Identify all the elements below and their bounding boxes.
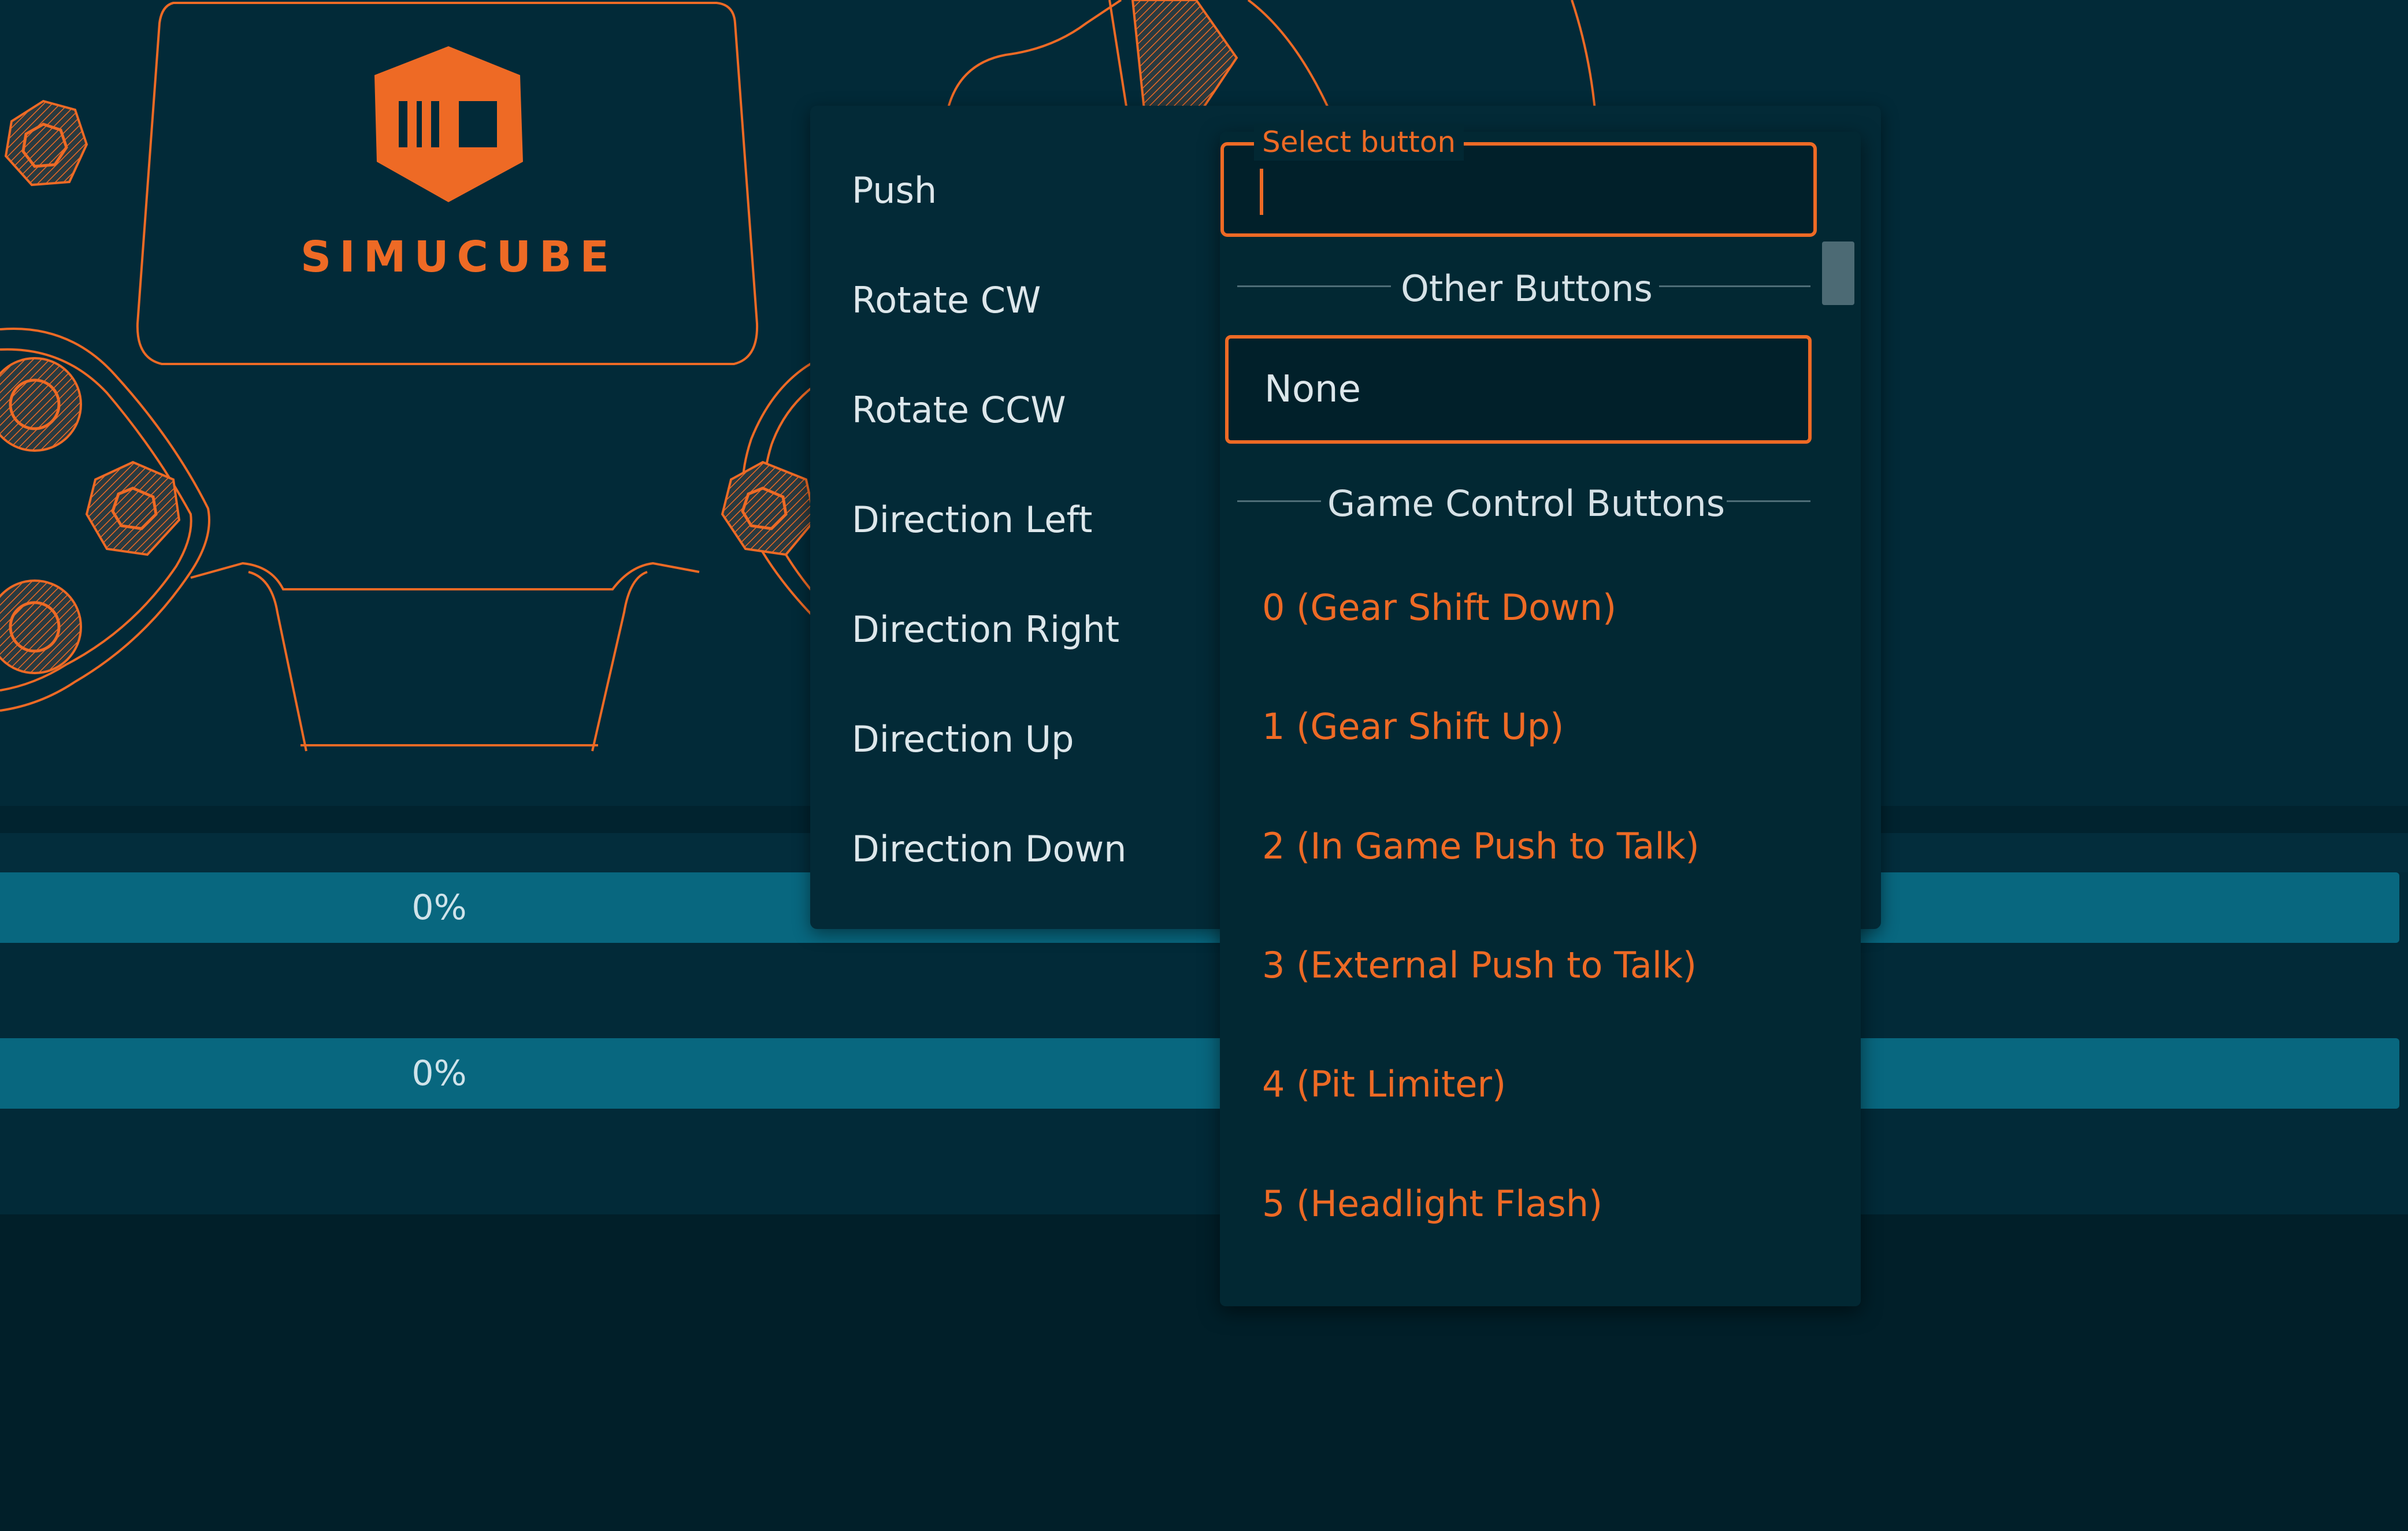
option-button-3[interactable]: 3 (External Push to Talk): [1262, 931, 1697, 1000]
lower-panel: [0, 1214, 2408, 1531]
select-button-label: Select button: [1254, 124, 1464, 161]
progress-value-1: 0%: [411, 887, 467, 928]
option-button-2[interactable]: 2 (In Game Push to Talk): [1262, 812, 1700, 881]
steering-wheel-illustration: [0, 1, 821, 752]
option-button-5[interactable]: 5 (Headlight Flash): [1262, 1169, 1602, 1239]
button-select-dropdown: Select button Other Buttons None Game Co…: [1220, 124, 1861, 1306]
progress-value-2: 0%: [411, 1053, 467, 1094]
option-button-0[interactable]: 0 (Gear Shift Down): [1262, 573, 1616, 642]
wheel-top-ornament: [947, 0, 1596, 111]
action-item-direction-up[interactable]: Direction Up: [852, 705, 1074, 774]
simucube-logo-icon: [374, 46, 523, 202]
select-button-input[interactable]: Select button: [1220, 124, 1817, 237]
divider: [1237, 285, 1391, 287]
divider: [1659, 285, 1810, 287]
divider: [1237, 500, 1321, 502]
action-item-rotate-cw[interactable]: Rotate CW: [852, 266, 1041, 335]
dropdown-scrollbar[interactable]: [1822, 218, 1854, 1299]
group-header-other-buttons: Other Buttons: [1401, 267, 1653, 310]
group-header-game-control-buttons: Game Control Buttons: [1327, 482, 1726, 525]
action-item-push[interactable]: Push: [852, 156, 937, 225]
option-none-label: None: [1264, 368, 1361, 411]
option-none[interactable]: None: [1225, 335, 1812, 444]
action-item-direction-left[interactable]: Direction Left: [852, 485, 1092, 555]
action-item-direction-down[interactable]: Direction Down: [852, 815, 1126, 884]
text-caret: [1260, 169, 1263, 215]
divider: [1727, 500, 1810, 502]
progress-bar-2: 0%: [0, 1038, 2399, 1109]
dropdown-scrollbar-thumb[interactable]: [1822, 241, 1854, 305]
option-button-4[interactable]: 4 (Pit Limiter): [1262, 1050, 1506, 1119]
action-item-direction-right[interactable]: Direction Right: [852, 595, 1119, 664]
option-button-1[interactable]: 1 (Gear Shift Up): [1262, 692, 1564, 761]
action-item-rotate-ccw[interactable]: Rotate CCW: [852, 376, 1066, 445]
brand-wordmark: SIMUCUBE: [300, 232, 617, 282]
